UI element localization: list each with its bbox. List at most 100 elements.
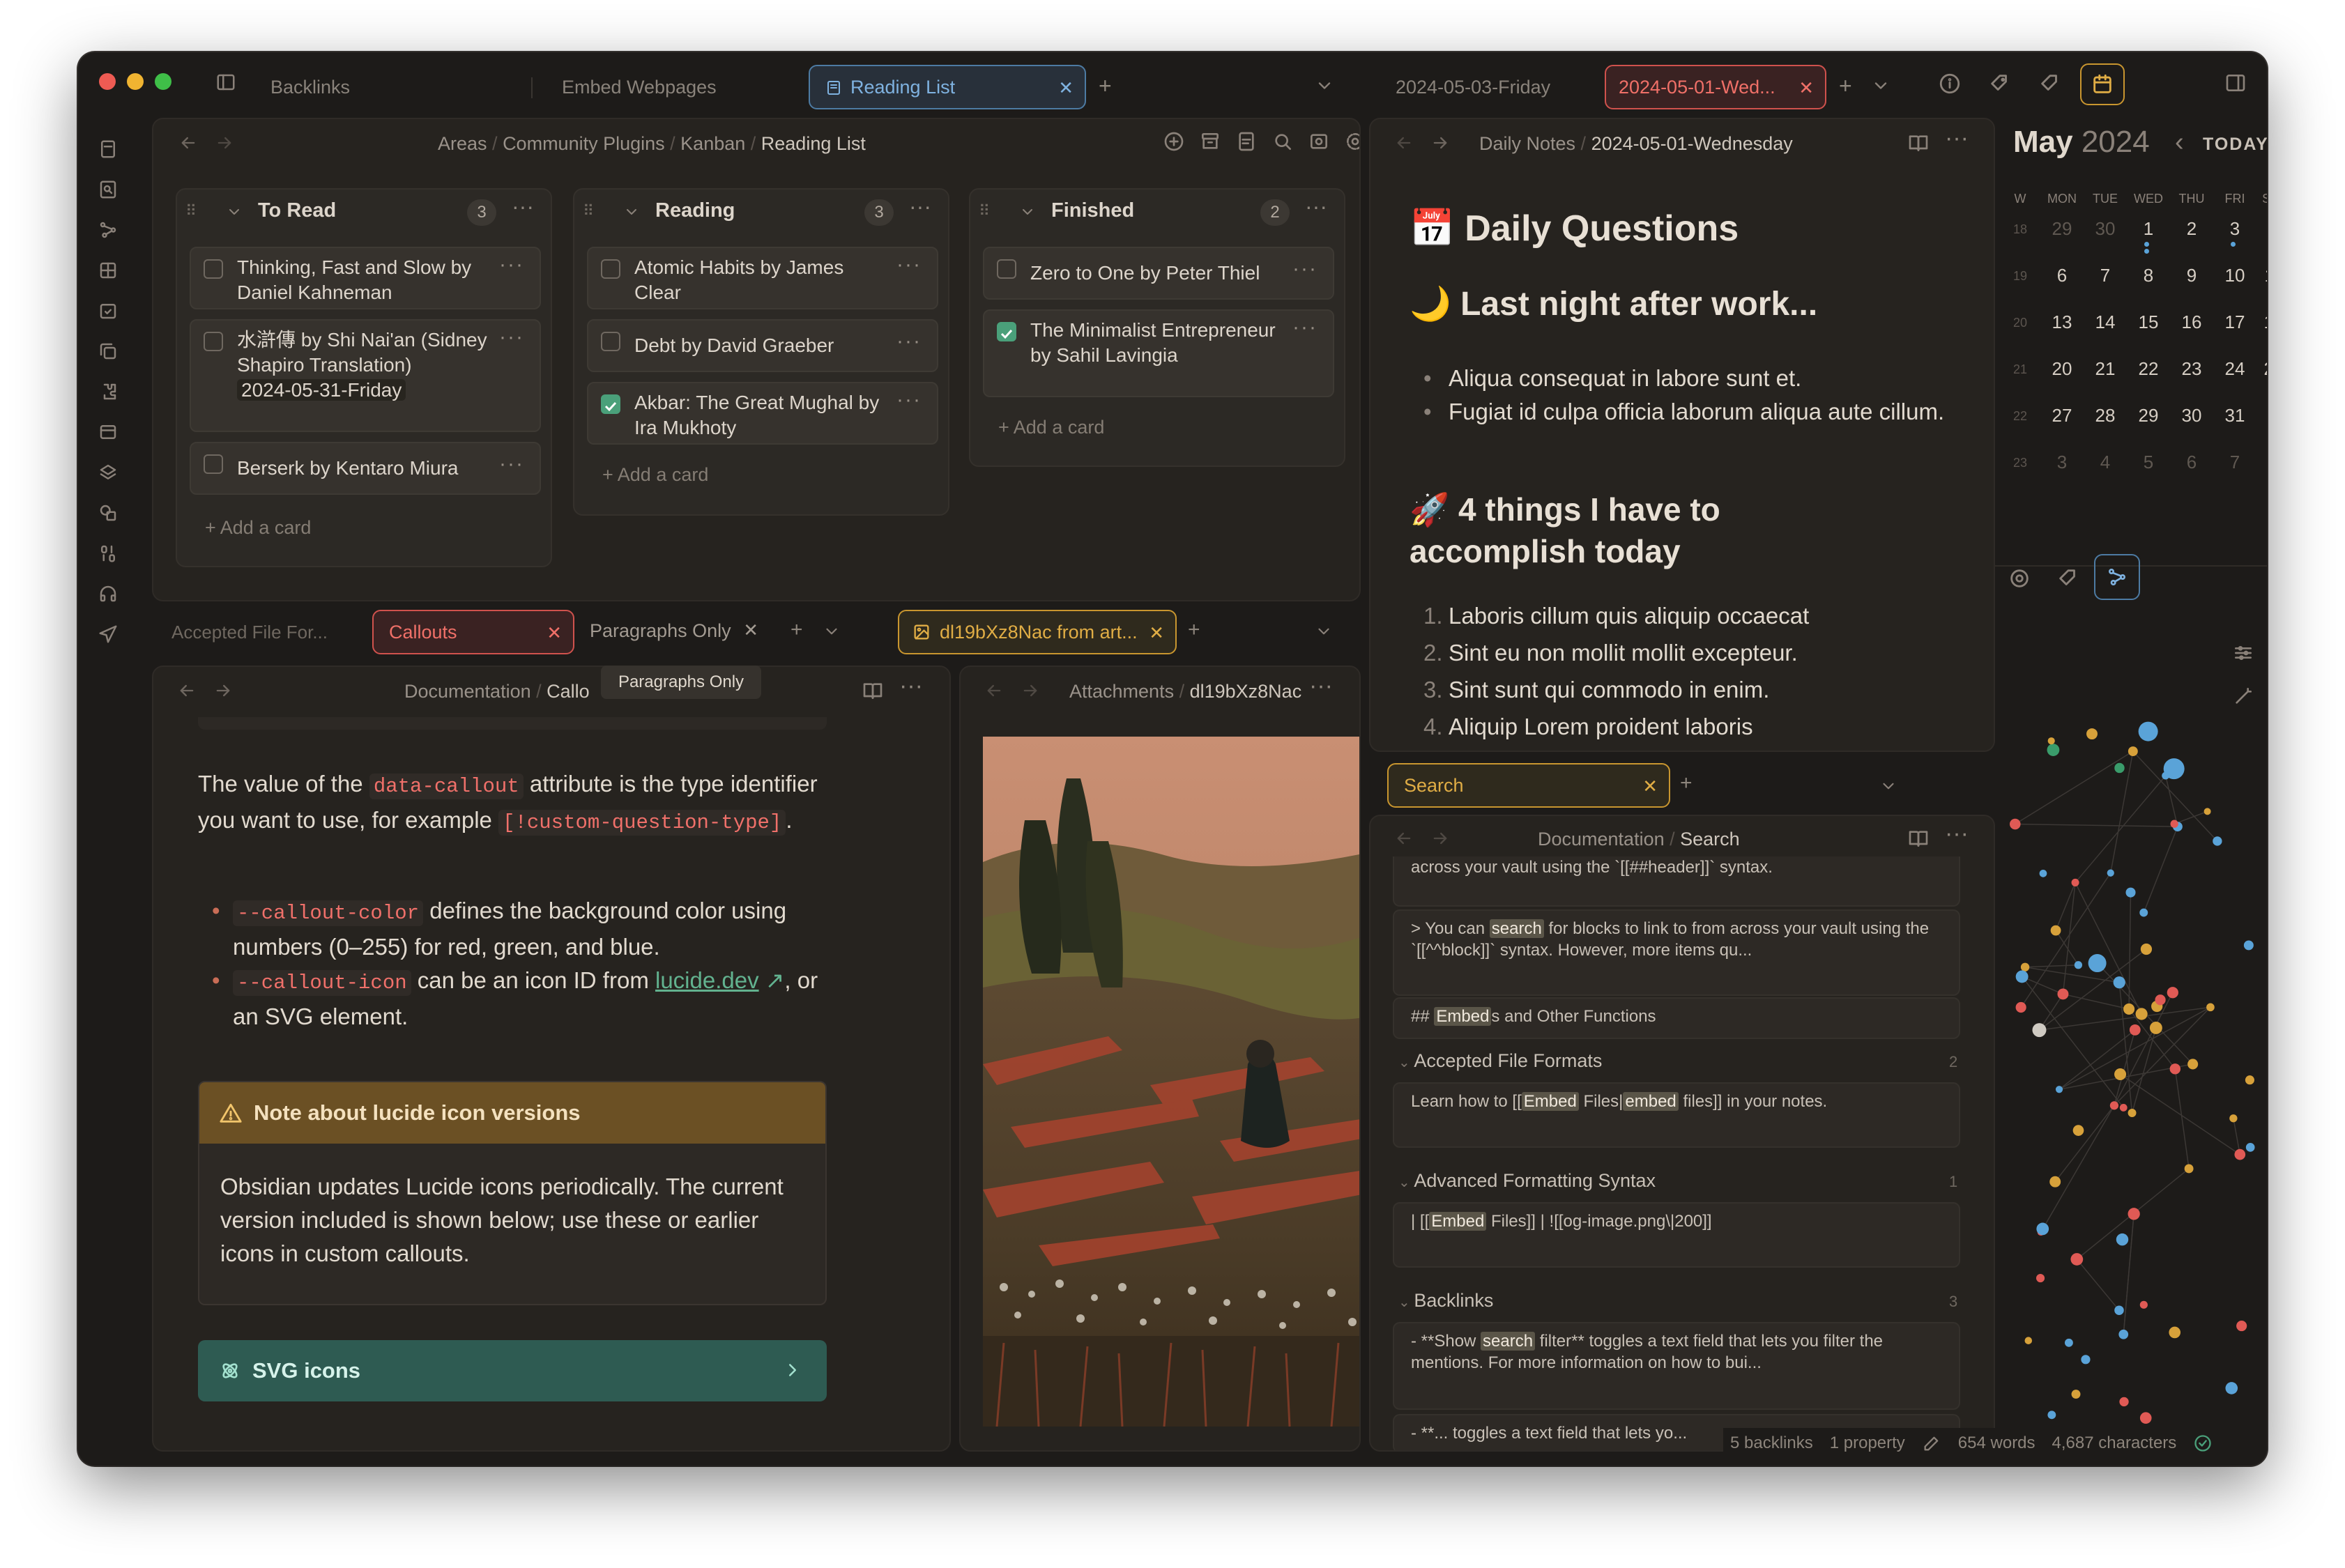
graph-node[interactable] [2107, 869, 2114, 877]
graph-node[interactable] [2129, 1024, 2141, 1036]
svg-icons-callout[interactable]: SVG icons [198, 1340, 827, 1401]
add-card-button[interactable]: + Add a card [998, 417, 1104, 438]
graph-node[interactable] [2167, 987, 2178, 999]
calendar-day[interactable]: 30 [2172, 405, 2211, 426]
breadcrumb-item[interactable]: Daily Notes [1479, 133, 1575, 154]
graph-node[interactable] [2155, 994, 2166, 1006]
graph-node[interactable] [2203, 808, 2211, 815]
graph-node[interactable] [2071, 878, 2079, 886]
drag-handle-icon[interactable]: ⠿ [979, 202, 990, 220]
graph-node[interactable] [2234, 1148, 2246, 1160]
tag-icon[interactable] [2038, 72, 2062, 95]
graph-node[interactable] [2081, 1355, 2091, 1365]
graph-settings-icon[interactable] [2232, 642, 2254, 664]
kanban-card[interactable]: 水滸傳 by Shi Nai'an (Sidney Shapiro Transl… [190, 319, 541, 432]
more-options-icon[interactable]: ··· [1945, 125, 1969, 152]
graph-node[interactable] [2225, 1382, 2238, 1394]
calendar-day[interactable]: 5 [2129, 452, 2168, 473]
graph-node[interactable] [2139, 1300, 2148, 1309]
graph-node[interactable] [2138, 721, 2158, 741]
graph-node[interactable] [2024, 1337, 2033, 1344]
tab-search[interactable]: Search ✕ [1387, 763, 1670, 808]
back-arrow-icon[interactable] [178, 133, 198, 153]
tab-paragraphs-only[interactable]: Paragraphs Only ✕ [574, 608, 770, 653]
calendar-day[interactable]: 14 [2086, 312, 2125, 333]
back-arrow-icon[interactable] [1394, 829, 1414, 848]
graph-node[interactable] [2039, 869, 2047, 877]
breadcrumb-item[interactable]: 2024-05-01-Wednesday [1591, 133, 1793, 154]
new-tab-button[interactable]: + [790, 618, 803, 642]
add-card-button[interactable]: + Add a card [205, 517, 311, 539]
kanban-card[interactable]: Zero to One by Peter Thiel ··· [983, 247, 1334, 300]
breadcrumb-item[interactable]: dl19bXz8Nac from a [1190, 681, 1302, 702]
search-snippet[interactable]: | [[Embed Files]] | ![[og-image.png\|200… [1393, 1202, 1960, 1268]
forward-arrow-icon[interactable] [1021, 681, 1040, 700]
graph-node[interactable] [2169, 1326, 2181, 1339]
sidebar-toggle-icon[interactable] [215, 72, 237, 93]
minimize-window-button[interactable] [127, 73, 144, 90]
more-options-icon[interactable]: ··· [1309, 672, 1333, 700]
card-checkbox-checked[interactable] [601, 394, 620, 414]
card-menu-icon[interactable]: ··· [896, 252, 922, 277]
calendar-day[interactable]: 4 [2086, 452, 2125, 473]
chevron-down-icon[interactable] [1871, 76, 1890, 95]
drag-handle-icon[interactable]: ⠿ [185, 202, 197, 220]
chevron-down-icon[interactable] [1879, 777, 1897, 795]
breadcrumb-item[interactable]: Search [1680, 829, 1740, 850]
more-options-icon[interactable]: ··· [899, 672, 923, 700]
breadcrumb-item[interactable]: Community Plugins [503, 133, 665, 154]
calendar-day[interactable]: 20 [2042, 358, 2082, 380]
search-snippet[interactable]: > You can search for blocks to link to f… [1393, 909, 1960, 996]
kanban-card[interactable]: Thinking, Fast and Slow by Daniel Kahnem… [190, 247, 541, 309]
graph-node[interactable] [2128, 1109, 2137, 1117]
card-menu-icon[interactable]: ··· [499, 325, 524, 350]
column-menu-icon[interactable]: ··· [1305, 194, 1327, 220]
calendar-day[interactable]: 6 [2042, 265, 2082, 286]
close-tab-icon[interactable]: ✕ [1149, 622, 1164, 644]
graph-node[interactable] [2139, 908, 2148, 917]
calendar-day[interactable]: 17 [2215, 312, 2254, 333]
search-result-file[interactable]: ⌄ Backlinks [1398, 1290, 1493, 1312]
calendar-day[interactable]: 22 [2129, 358, 2168, 380]
prev-month-button[interactable]: ‹ [2175, 128, 2184, 157]
close-tab-icon[interactable]: ✕ [1058, 77, 1074, 99]
card-checkbox[interactable] [601, 259, 620, 279]
card-checkbox-checked[interactable] [997, 322, 1016, 341]
chevron-down-icon[interactable] [1315, 76, 1334, 95]
graph-view[interactable] [1995, 700, 2267, 1446]
backlink-count[interactable]: 5 backlinks [1730, 1434, 1813, 1453]
graph-node[interactable] [2119, 1397, 2129, 1407]
search-snippet[interactable]: ## Embed s and Other Functions [1393, 997, 1960, 1039]
kanban-card[interactable]: Debt by David Graeber ··· [587, 319, 938, 372]
breadcrumb-item[interactable]: Kanban [680, 133, 745, 154]
graph-node[interactable] [2243, 940, 2254, 951]
close-tab-icon[interactable]: ✕ [743, 620, 758, 641]
graph-node[interactable] [2109, 1101, 2119, 1110]
search-icon[interactable] [1271, 130, 1294, 153]
graph-node[interactable] [2119, 1103, 2128, 1112]
graph-node[interactable] [2036, 1222, 2049, 1236]
info-icon[interactable] [1938, 72, 1962, 95]
graph-node[interactable] [2206, 1003, 2215, 1012]
card-checkbox[interactable] [997, 259, 1016, 279]
view-icon[interactable] [1308, 130, 1330, 153]
close-tab-icon[interactable]: ✕ [1642, 776, 1658, 797]
graph-node[interactable] [2213, 836, 2222, 846]
archive-icon[interactable] [1199, 130, 1221, 153]
calendar-day[interactable]: 2 [2172, 218, 2211, 240]
edit-pencil-icon[interactable] [1922, 1434, 1941, 1453]
search-result-file[interactable]: ⌄ Accepted File Formats [1398, 1050, 1602, 1072]
graph-node[interactable] [2009, 818, 2021, 830]
calendar-day[interactable]: 11 [2254, 265, 2268, 286]
breadcrumb-item[interactable]: Areas [438, 133, 487, 154]
graph-node[interactable] [2128, 1208, 2140, 1220]
calendar-day[interactable]: 3 [2215, 218, 2254, 240]
calendar-day[interactable]: 15 [2129, 312, 2168, 333]
graph-node[interactable] [2032, 1023, 2047, 1038]
tab-callouts[interactable]: Callouts ✕ [372, 610, 574, 654]
zoom-window-button[interactable] [155, 73, 171, 90]
gear-icon[interactable] [1344, 130, 1359, 153]
external-link[interactable]: lucide.dev [655, 967, 759, 993]
graph-node[interactable] [2086, 728, 2098, 740]
graph-node[interactable] [2135, 1008, 2148, 1020]
